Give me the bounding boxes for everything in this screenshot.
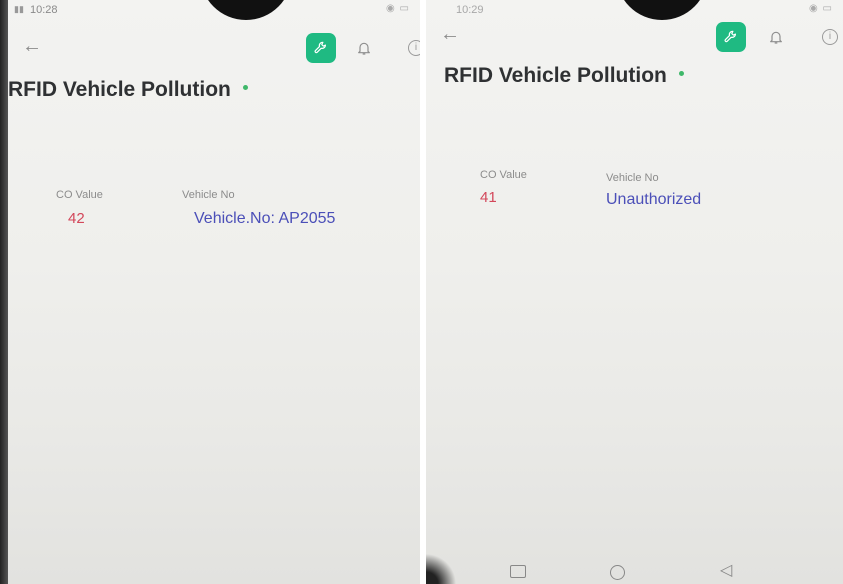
back-arrow-icon[interactable]: ←: [440, 24, 460, 44]
battery-icon: ◉ ▭: [809, 3, 833, 14]
back-nav-button[interactable]: ◁: [720, 563, 732, 579]
recent-apps-button[interactable]: [510, 565, 526, 578]
info-icon[interactable]: i: [822, 29, 838, 45]
vehicle-no-label: Vehicle No: [182, 189, 235, 201]
signal-icon: ▮▮: [14, 4, 24, 14]
status-time: 10:29: [456, 4, 484, 16]
co-value-label: CO Value: [480, 169, 527, 181]
online-status-dot: [678, 70, 684, 76]
info-icon[interactable]: i: [408, 40, 420, 56]
co-value-label: CO Value: [56, 189, 103, 201]
vehicle-no-label: Vehicle No: [606, 172, 659, 184]
back-arrow-icon[interactable]: ←: [22, 36, 42, 56]
vehicle-no-value: Vehicle.No: AP2055: [194, 210, 336, 227]
wrench-icon: [724, 30, 736, 43]
phone-corner-shadow: [426, 544, 456, 584]
home-button[interactable]: [610, 565, 625, 580]
wrench-button[interactable]: [306, 33, 336, 63]
phone-screen-left: ▮▮ 10:28 ◉ ▭ ← i RFID Vehicle Pollution …: [8, 0, 420, 584]
vehicle-no-value: Unauthorized: [606, 191, 702, 208]
page-title: RFID Vehicle Pollution: [444, 64, 684, 88]
phone-screen-right: 10:29 ◉ ▭ ← i RFID Vehicle Pollution CO …: [426, 0, 843, 584]
co-value: 41: [480, 189, 497, 206]
page-title-text: RFID Vehicle Pollution: [444, 64, 667, 87]
wrench-button[interactable]: [716, 22, 746, 52]
system-nav-bar: ◁: [426, 562, 843, 584]
phone-bezel-left: [0, 0, 8, 584]
page-title-text: RFID Vehicle Pollution: [8, 78, 231, 101]
bell-icon[interactable]: [768, 29, 784, 45]
bell-icon[interactable]: [356, 40, 372, 56]
wrench-icon: [314, 41, 326, 54]
status-time: 10:28: [30, 4, 58, 16]
online-status-dot: [242, 84, 248, 90]
co-value: 42: [68, 210, 85, 227]
page-title: RFID Vehicle Pollution: [8, 78, 248, 102]
battery-icon: ◉ ▭: [386, 3, 410, 14]
